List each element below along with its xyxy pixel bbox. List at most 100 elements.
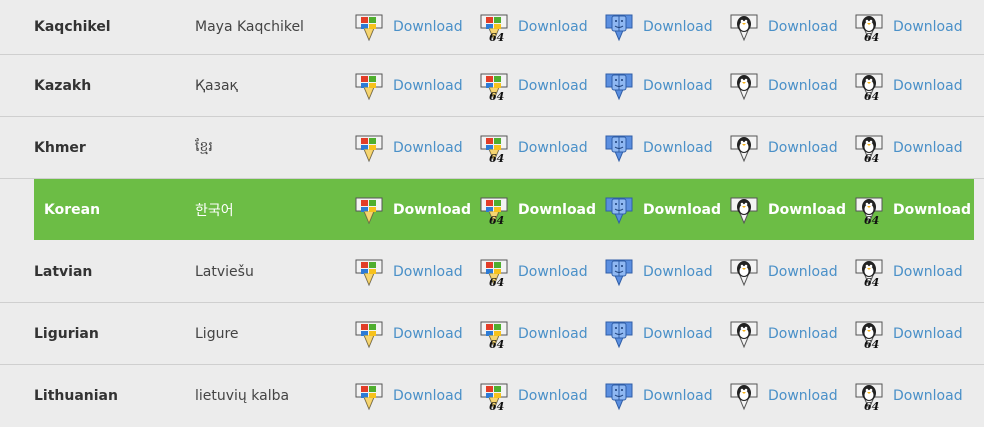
download-link[interactable]: Download — [728, 365, 838, 427]
download-label: Download — [518, 388, 588, 404]
download-link[interactable]: 64 Download — [478, 117, 588, 178]
mac-download-icon — [603, 256, 635, 288]
download-link[interactable]: 64 Download — [853, 303, 963, 364]
download-link[interactable]: 64 Download — [478, 241, 588, 302]
download-link[interactable]: 64 Download — [853, 365, 963, 427]
download-label: Download — [893, 139, 963, 156]
download-label: Download — [768, 139, 838, 156]
windows-download-icon — [353, 256, 385, 288]
download-label: Download — [643, 77, 713, 94]
download-link[interactable]: Download — [603, 179, 721, 240]
download-link[interactable]: Download — [728, 117, 838, 178]
badge-64: 64 — [489, 90, 504, 102]
download-link[interactable]: Download — [728, 179, 846, 240]
download-link[interactable]: Download — [353, 0, 463, 54]
windows-download-icon — [353, 380, 385, 412]
native-language-name: ខ្មែរ — [195, 139, 213, 155]
download-label: Download — [893, 19, 963, 35]
download-link[interactable]: Download — [353, 117, 463, 178]
linux-download-icon — [728, 194, 760, 226]
download-label: Download — [643, 139, 713, 156]
download-link[interactable]: Download — [728, 0, 838, 54]
download-link[interactable]: Download — [603, 303, 713, 364]
language-row: Ligurian Ligure Download 64 Download Download… — [0, 303, 984, 365]
download-link[interactable]: Download — [603, 55, 713, 116]
native-language-name: Қазақ — [195, 77, 238, 94]
language-name: Latvian — [34, 263, 93, 280]
download-link[interactable]: 64 Download — [478, 365, 588, 427]
download-label: Download — [518, 139, 588, 156]
mac-download-icon — [603, 318, 635, 350]
download-label: Download — [768, 388, 838, 404]
download-label: Download — [768, 201, 847, 218]
download-label: Download — [393, 201, 472, 218]
windows-64-download-icon: 64 — [478, 194, 510, 226]
download-label: Download — [393, 139, 463, 156]
download-link[interactable]: Download — [603, 365, 713, 427]
download-link[interactable]: 64 Download — [853, 117, 963, 178]
download-link[interactable]: 64 Download — [478, 179, 596, 240]
badge-64: 64 — [489, 31, 504, 43]
download-link[interactable]: Download — [603, 0, 713, 54]
download-link[interactable]: 64 Download — [853, 0, 963, 54]
badge-64: 64 — [864, 90, 879, 102]
download-label: Download — [768, 77, 838, 94]
language-row: Latvian Latviešu Download 64 Download Downloa… — [0, 241, 984, 303]
download-label: Download — [768, 263, 838, 280]
linux-download-icon — [728, 11, 760, 43]
download-link[interactable]: Download — [353, 241, 463, 302]
download-link[interactable]: 64 Download — [853, 55, 963, 116]
linux-64-download-icon: 64 — [853, 132, 885, 164]
badge-64: 64 — [489, 152, 504, 164]
download-label: Download — [393, 77, 463, 94]
download-label: Download — [893, 263, 963, 280]
linux-64-download-icon: 64 — [853, 318, 885, 350]
download-link[interactable]: Download — [728, 55, 838, 116]
mac-download-icon — [603, 11, 635, 43]
download-label: Download — [518, 263, 588, 280]
download-label: Download — [518, 201, 597, 218]
download-label: Download — [643, 325, 713, 342]
download-label: Download — [768, 325, 838, 342]
download-link[interactable]: Download — [603, 117, 713, 178]
windows-download-icon — [353, 70, 385, 102]
download-label: Download — [643, 388, 713, 404]
download-link[interactable]: Download — [353, 303, 463, 364]
language-name: Ligurian — [34, 325, 99, 342]
download-label: Download — [643, 201, 722, 218]
download-label: Download — [393, 263, 463, 280]
download-label: Download — [893, 325, 963, 342]
badge-64: 64 — [489, 338, 504, 350]
download-label: Download — [518, 77, 588, 94]
download-link[interactable]: Download — [603, 241, 713, 302]
download-link[interactable]: 64 Download — [478, 55, 588, 116]
download-link[interactable]: 64 Download — [853, 179, 971, 240]
language-row: Lithuanian lietuvių kalba Download 64 Downlo… — [0, 365, 984, 427]
native-language-name: Latviešu — [195, 263, 254, 280]
download-link[interactable]: Download — [353, 55, 463, 116]
windows-download-icon — [353, 11, 385, 43]
download-link[interactable]: Download — [353, 365, 463, 427]
mac-download-icon — [603, 132, 635, 164]
badge-64: 64 — [864, 338, 879, 350]
language-row: Kazakh Қазақ Download 64 Download Download Dow… — [0, 55, 984, 117]
windows-download-icon — [353, 194, 385, 226]
badge-64: 64 — [864, 152, 879, 164]
windows-64-download-icon: 64 — [478, 70, 510, 102]
language-name: Kazakh — [34, 77, 92, 94]
download-link[interactable]: 64 Download — [478, 0, 588, 54]
download-link[interactable]: 64 Download — [478, 303, 588, 364]
native-language-name: lietuvių kalba — [195, 388, 290, 404]
windows-64-download-icon: 64 — [478, 256, 510, 288]
mac-download-icon — [603, 380, 635, 412]
download-link[interactable]: 64 Download — [853, 241, 963, 302]
linux-download-icon — [728, 380, 760, 412]
download-label: Download — [393, 19, 463, 35]
windows-64-download-icon: 64 — [478, 318, 510, 350]
linux-64-download-icon: 64 — [853, 70, 885, 102]
download-label: Download — [643, 19, 713, 35]
download-link[interactable]: Download — [728, 303, 838, 364]
download-link[interactable]: Download — [353, 179, 471, 240]
download-label: Download — [893, 77, 963, 94]
download-link[interactable]: Download — [728, 241, 838, 302]
